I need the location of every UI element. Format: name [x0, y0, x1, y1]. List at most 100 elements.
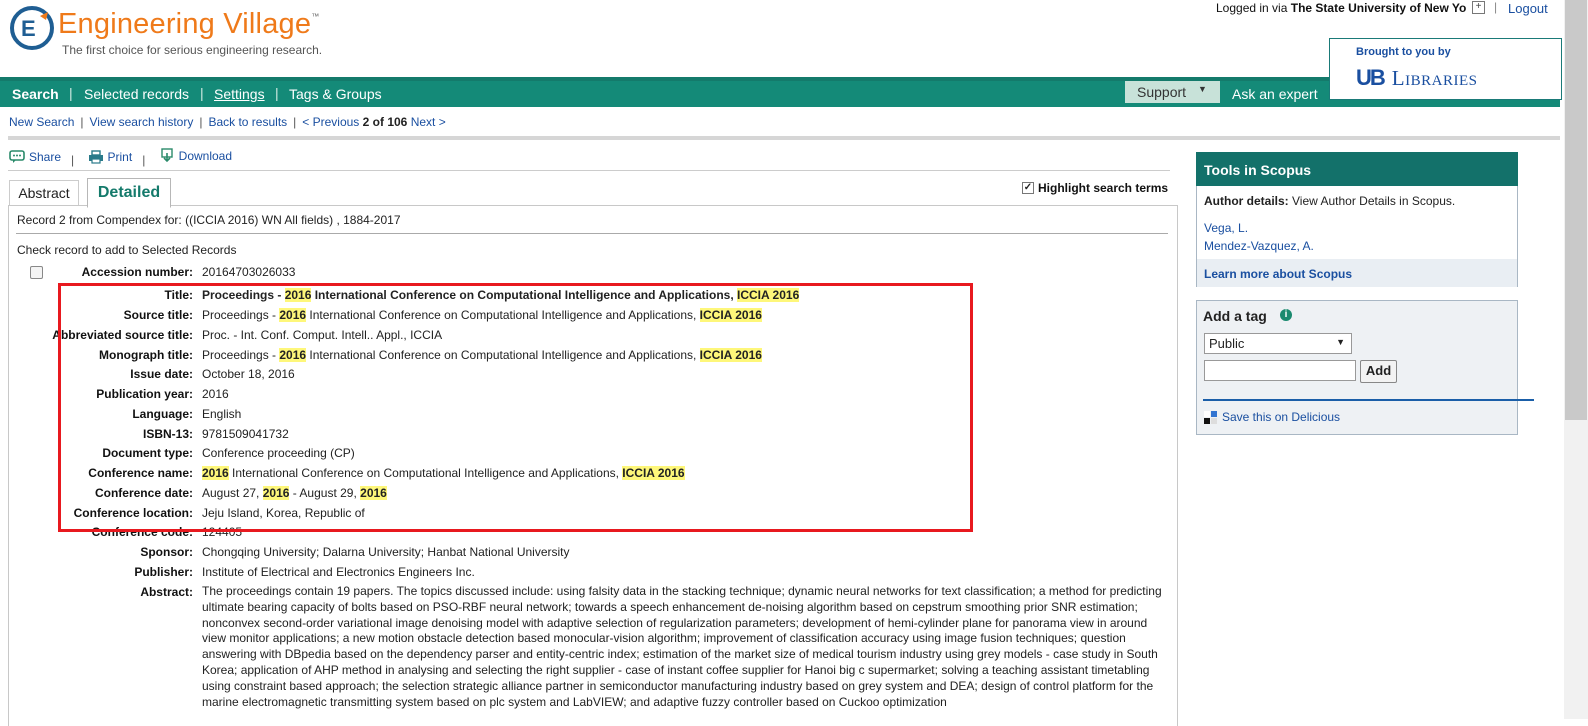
nav-settings[interactable]: Settings: [214, 86, 265, 102]
next-link[interactable]: Next >: [411, 115, 446, 129]
previous-link[interactable]: < Previous: [302, 115, 359, 129]
field-value: 2016: [202, 387, 229, 401]
field-label: Language:: [132, 407, 193, 421]
highlight-term: 2016: [262, 486, 290, 500]
conference-code-link[interactable]: 124405: [202, 525, 242, 539]
field-label: Sponsor:: [140, 545, 193, 559]
info-icon[interactable]: i: [1280, 309, 1292, 321]
download-label: Download: [178, 149, 233, 163]
field-label: Source title:: [123, 308, 193, 322]
breadcrumb-separator: |: [199, 115, 203, 129]
scopus-panel-header: Tools in Scopus: [1196, 152, 1518, 189]
highlight-term: ICCIA 2016: [622, 466, 685, 480]
field-label: Abbreviated source title:: [52, 328, 193, 342]
highlight-term: ICCIA 2016: [699, 348, 762, 362]
field-label: Publisher:: [134, 565, 193, 579]
breadcrumb-separator: |: [293, 115, 297, 129]
action-separator: |: [142, 153, 146, 167]
divider: [1203, 399, 1534, 401]
source-title-text: International Conference on Computationa…: [306, 308, 700, 322]
delicious-label: Save this on Delicious: [1222, 410, 1341, 424]
divider: [16, 233, 1168, 234]
delicious-icon: [1204, 410, 1217, 424]
expand-icon[interactable]: +: [1472, 1, 1485, 14]
logo-title: Engineering Village: [58, 8, 312, 40]
tag-input[interactable]: [1204, 360, 1356, 381]
brought-to-you-label: Brought to you by: [1356, 46, 1451, 58]
title-text: International Conference on Computationa…: [311, 288, 737, 302]
scopus-title: Tools in Scopus: [1204, 162, 1312, 178]
download-icon: [160, 148, 173, 163]
scrollbar-thumb[interactable]: [1565, 0, 1587, 420]
logo-wordmark[interactable]: Engineering Village™: [58, 8, 319, 41]
main-navbar: Search | Selected records | Settings | T…: [0, 77, 1560, 107]
field-value: Proceedings - 2016 International Confere…: [202, 348, 762, 362]
field-value: Jeju Island, Korea, Republic of: [202, 506, 365, 520]
field-label: Conference code:: [91, 525, 193, 539]
login-institution: The State University of New Yo: [1290, 1, 1467, 15]
author-details-text: View Author Details in Scopus.: [1288, 194, 1456, 208]
breadcrumb-separator: |: [80, 115, 84, 129]
highlight-search-terms-toggle[interactable]: ✓ Highlight search terms: [1022, 181, 1168, 195]
divider: [8, 170, 1170, 171]
field-label: Conference location:: [73, 506, 193, 520]
tab-detailed[interactable]: Detailed: [87, 178, 171, 208]
share-button[interactable]: Share: [9, 150, 61, 164]
abstract-text: The proceedings contain 19 papers. The t…: [202, 584, 1162, 709]
back-to-results-link[interactable]: Back to results: [208, 115, 287, 129]
isbn-link[interactable]: 9781509041732: [202, 427, 289, 441]
engineering-village-logo-icon[interactable]: E: [10, 6, 54, 50]
divider: [8, 136, 1560, 140]
nav-search[interactable]: Search: [12, 86, 59, 102]
learn-more-scopus[interactable]: Learn more about Scopus: [1197, 259, 1517, 287]
print-label: Print: [107, 150, 133, 164]
tag-visibility-select[interactable]: Public ▼: [1204, 333, 1352, 354]
author-link-vega[interactable]: Vega, L.: [1204, 221, 1248, 235]
title-text: Proceedings -: [202, 288, 285, 302]
source-title-text: Proceedings -: [202, 308, 280, 322]
ub-libraries-logo: UB Libraries: [1356, 65, 1477, 91]
author-link-mendez[interactable]: Mendez-Vazquez, A.: [1204, 239, 1314, 253]
monograph-text: Proceedings -: [202, 348, 280, 362]
login-separator: |: [1494, 0, 1498, 14]
highlight-term: 2016: [360, 486, 387, 500]
login-status: Logged in via The State University of Ne…: [1216, 1, 1466, 15]
save-delicious-link[interactable]: Save this on Delicious: [1204, 410, 1340, 424]
nav-separator: |: [275, 85, 279, 101]
record-position: 2 of 106: [362, 115, 408, 129]
field-value: Chongqing University; Dalarna University…: [202, 545, 570, 559]
highlight-term: 2016: [279, 308, 307, 322]
field-value: Institute of Electrical and Electronics …: [202, 565, 475, 579]
print-icon: [88, 150, 103, 164]
field-value: Proc. - Int. Conf. Comput. Intell.. Appl…: [202, 328, 443, 342]
field-value: English: [202, 407, 242, 421]
logo-tagline: The first choice for serious engineering…: [62, 43, 323, 57]
field-label: Monograph title:: [99, 348, 193, 362]
field-value: October 18, 2016: [202, 367, 295, 381]
nav-selected-records[interactable]: Selected records: [84, 86, 189, 102]
highlight-term: 2016: [284, 288, 312, 302]
field-value: 20164703026033: [202, 265, 296, 279]
highlight-checkbox[interactable]: ✓: [1022, 182, 1034, 194]
view-history-link[interactable]: View search history: [90, 115, 194, 129]
field-label: Title:: [164, 288, 193, 302]
logout-link[interactable]: Logout: [1508, 1, 1548, 16]
support-dropdown[interactable]: Support ▼: [1125, 81, 1220, 103]
print-button[interactable]: Print: [88, 150, 133, 164]
nav-ask-expert[interactable]: Ask an expert: [1232, 86, 1318, 102]
field-value: 2016 International Conference on Computa…: [202, 466, 685, 480]
new-search-link[interactable]: New Search: [9, 115, 74, 129]
svg-text:E: E: [21, 16, 36, 41]
tab-abstract[interactable]: Abstract: [9, 180, 79, 206]
add-tag-title: Add a tag: [1203, 308, 1267, 324]
add-tag-button[interactable]: Add: [1360, 360, 1397, 383]
download-button[interactable]: Download: [159, 148, 232, 164]
field-value: August 27, 2016 - August 29, 2016: [202, 486, 387, 500]
record-source-line: Record 2 from Compendex for: ((ICCIA 201…: [17, 213, 401, 227]
field-label: Conference date:: [94, 486, 193, 500]
learn-more-link[interactable]: Learn more about Scopus: [1204, 267, 1352, 281]
nav-tags-groups[interactable]: Tags & Groups: [289, 86, 382, 102]
support-label: Support: [1137, 84, 1187, 100]
institution-banner[interactable]: Brought to you by UB Libraries: [1329, 38, 1562, 100]
nav-separator: |: [200, 85, 204, 101]
